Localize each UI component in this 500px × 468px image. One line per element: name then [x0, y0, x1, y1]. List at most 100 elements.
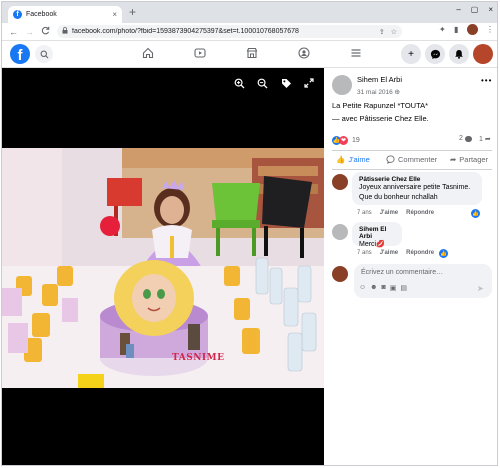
notifications-button[interactable]: [449, 44, 469, 64]
window-controls: – ▢ ×: [456, 5, 493, 14]
create-button[interactable]: +: [401, 44, 421, 64]
address-bar-row: ← → facebook.com/photo/?fbid=15938739042…: [2, 23, 497, 41]
reply-actions: 7 ans J'aime Répondre: [357, 250, 434, 256]
love-reaction-icon: ❤: [339, 136, 348, 145]
plus-icon: +: [408, 48, 414, 60]
facebook-favicon-icon: f: [13, 10, 22, 19]
extensions-icon[interactable]: ✦: [439, 25, 446, 34]
fullscreen-icon[interactable]: [304, 78, 314, 91]
chrome-menu-icon[interactable]: ⋮: [486, 25, 494, 34]
comment-like-button[interactable]: J'aime: [380, 210, 398, 216]
profile-avatar-icon[interactable]: [467, 24, 478, 35]
bell-icon: [455, 50, 463, 59]
share-count[interactable]: 1 ➦: [479, 135, 491, 144]
url-field[interactable]: facebook.com/photo/?fbid=159387390427539…: [57, 25, 402, 38]
groups-icon[interactable]: [298, 47, 310, 62]
share-count-icon: ➦: [484, 136, 491, 143]
author-avatar[interactable]: [332, 75, 352, 95]
like-button[interactable]: 👍 J'aime: [336, 155, 370, 164]
tab-facebook[interactable]: f Facebook ×: [8, 6, 122, 23]
minimize-button[interactable]: –: [456, 5, 460, 14]
comment-reply-button[interactable]: Répondre: [406, 210, 434, 216]
reaction-summary[interactable]: 👍 ❤ 19: [332, 136, 360, 145]
comment-input[interactable]: Écrivez un commentaire…: [361, 269, 443, 276]
emoji-icon[interactable]: ☻: [370, 284, 377, 292]
birthday-photo: TASNIME: [2, 148, 324, 388]
tag-icon[interactable]: [281, 78, 292, 92]
divider-bottom: [332, 169, 492, 170]
comment-count-icon: [464, 135, 472, 142]
reply-bubble: Sihem El Arbi Merci💋: [352, 222, 402, 248]
photo-viewer: TASNIME: [2, 68, 324, 465]
zoom-out-icon[interactable]: [257, 78, 268, 92]
comment-like-badge[interactable]: 👍: [470, 208, 481, 219]
share-icon: ➦: [450, 155, 457, 164]
gif-icon[interactable]: ▣: [390, 284, 397, 292]
tab-title: Facebook: [26, 11, 57, 18]
comment-author[interactable]: Pâtisserie Chez Elle: [359, 176, 475, 183]
caption-line-1: La Petite Rapunzel *TOUTA*: [332, 101, 429, 110]
composer-tools: ☺ ☻ ◙ ▣ ▤: [359, 284, 407, 292]
account-avatar[interactable]: [473, 44, 493, 64]
caption-line-2: — avec Pâtisserie Chez Elle.: [332, 114, 429, 123]
reply-reply-button[interactable]: Répondre: [406, 250, 434, 256]
new-tab-button[interactable]: +: [129, 5, 136, 19]
post-date-text: 31 mai 2016: [357, 89, 393, 96]
comment-text-line-2: Que du bonheur nchallah: [359, 194, 438, 201]
forward-button[interactable]: →: [25, 27, 34, 37]
sticker-icon[interactable]: ▤: [400, 284, 407, 292]
more-options-button[interactable]: •••: [481, 76, 492, 85]
post-caption: La Petite Rapunzel *TOUTA* — avec Pâtiss…: [332, 99, 429, 125]
video-icon[interactable]: [194, 47, 206, 62]
reply-time[interactable]: 7 ans: [357, 250, 372, 256]
facebook-top-bar: f +: [2, 41, 497, 68]
composer-avatar: [332, 266, 348, 282]
reply-text: Merci💋: [359, 241, 385, 248]
avatar-sticker-icon[interactable]: ☺: [359, 284, 366, 292]
messenger-button[interactable]: [425, 44, 445, 64]
comment-label: Commenter: [398, 155, 438, 164]
comment-count[interactable]: 2: [459, 135, 472, 142]
back-button[interactable]: ←: [9, 27, 18, 37]
reload-button[interactable]: [41, 26, 50, 37]
messenger-icon: [430, 49, 440, 59]
close-window-button[interactable]: ×: [488, 5, 493, 14]
menu-icon[interactable]: [350, 47, 362, 62]
facebook-logo-icon[interactable]: f: [10, 44, 30, 64]
post-author[interactable]: Sihem El Arbi: [357, 75, 402, 84]
bookmark-star-icon[interactable]: ☆: [391, 28, 397, 36]
reply-avatar[interactable]: [332, 224, 348, 240]
cake-name-text: TASNIME: [172, 353, 225, 363]
send-icon[interactable]: ➤: [477, 284, 484, 293]
lock-icon: [62, 27, 68, 36]
zoom-in-icon[interactable]: [234, 78, 245, 92]
tab-close-button[interactable]: ×: [112, 10, 117, 19]
tab-strip: f Facebook × + – ▢ ×: [2, 2, 497, 23]
divider-top: [332, 150, 492, 151]
comment-time[interactable]: 7 ans: [357, 210, 372, 216]
marketplace-icon[interactable]: [246, 47, 258, 62]
home-icon[interactable]: [142, 47, 154, 62]
globe-icon: 🜨: [394, 90, 400, 96]
search-icon: [40, 50, 48, 58]
restore-button[interactable]: ▢: [471, 5, 479, 14]
comment-text-line-1: Joyeux anniversaire petite Tasnime.: [359, 184, 471, 191]
sidebar-icon[interactable]: ▮: [454, 25, 458, 34]
comment-icon: [386, 155, 395, 164]
camera-icon[interactable]: ◙: [382, 284, 386, 292]
post-panel: Sihem El Arbi 31 mai 2016 🜨 ••• La Petit…: [324, 68, 497, 465]
share-count-text: 1: [479, 135, 483, 143]
comment-count-text: 2: [459, 135, 463, 142]
share-page-icon[interactable]: ⇪: [379, 28, 385, 36]
search-button[interactable]: [35, 45, 53, 63]
reply-author[interactable]: Sihem El Arbi: [359, 226, 395, 240]
reply-like-button[interactable]: J'aime: [380, 250, 398, 256]
comment-button[interactable]: Commenter: [386, 155, 437, 164]
comment-composer[interactable]: Écrivez un commentaire… ☺ ☻ ◙ ▣ ▤ ➤: [354, 264, 492, 298]
share-button[interactable]: ➦ Partager: [450, 155, 488, 164]
post-date[interactable]: 31 mai 2016 🜨: [357, 86, 400, 98]
comment-actions: 7 ans J'aime Répondre: [357, 210, 434, 216]
commenter-avatar[interactable]: [332, 174, 348, 190]
share-label: Partager: [459, 155, 489, 164]
reply-like-badge[interactable]: 👍: [438, 248, 449, 259]
